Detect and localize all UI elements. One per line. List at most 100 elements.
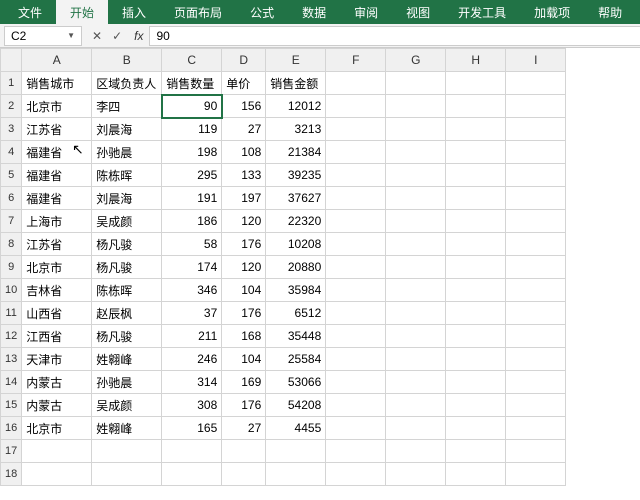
ribbon-tab-4[interactable]: 公式 bbox=[236, 0, 288, 25]
row-header-4[interactable]: 4 bbox=[1, 141, 22, 164]
ribbon-tab-11[interactable]: P bbox=[636, 1, 640, 23]
row-header-1[interactable]: 1 bbox=[1, 72, 22, 95]
cell-B9[interactable]: 杨凡骏 bbox=[92, 256, 162, 279]
ribbon-tab-7[interactable]: 视图 bbox=[392, 0, 444, 25]
ribbon-tab-1[interactable]: 开始 bbox=[56, 0, 108, 25]
cell-A2[interactable]: 北京市 bbox=[22, 95, 92, 118]
cell-C12[interactable]: 211 bbox=[162, 325, 222, 348]
cell-H1[interactable] bbox=[446, 72, 506, 95]
cell-H4[interactable] bbox=[446, 141, 506, 164]
cell-A14[interactable]: 内蒙古 bbox=[22, 371, 92, 394]
cell-G8[interactable] bbox=[386, 233, 446, 256]
cell-E4[interactable]: 21384 bbox=[266, 141, 326, 164]
cell-F14[interactable] bbox=[326, 371, 386, 394]
cell-D10[interactable]: 104 bbox=[222, 279, 266, 302]
col-header-I[interactable]: I bbox=[506, 49, 566, 72]
cell-E7[interactable]: 22320 bbox=[266, 210, 326, 233]
ribbon-tab-0[interactable]: 文件 bbox=[4, 0, 56, 25]
cell-G13[interactable] bbox=[386, 348, 446, 371]
cell-C14[interactable]: 314 bbox=[162, 371, 222, 394]
cell-B3[interactable]: 刘晨海 bbox=[92, 118, 162, 141]
name-box[interactable]: C2 ▼ bbox=[4, 26, 82, 46]
cell-F17[interactable] bbox=[326, 440, 386, 463]
cell-H9[interactable] bbox=[446, 256, 506, 279]
cell-E1[interactable]: 销售金额 bbox=[266, 72, 326, 95]
col-header-B[interactable]: B bbox=[92, 49, 162, 72]
cell-G9[interactable] bbox=[386, 256, 446, 279]
cell-A5[interactable]: 福建省 bbox=[22, 164, 92, 187]
cell-F10[interactable] bbox=[326, 279, 386, 302]
cell-F18[interactable] bbox=[326, 463, 386, 486]
row-header-6[interactable]: 6 bbox=[1, 187, 22, 210]
cell-E18[interactable] bbox=[266, 463, 326, 486]
cell-D8[interactable]: 176 bbox=[222, 233, 266, 256]
row-header-9[interactable]: 9 bbox=[1, 256, 22, 279]
cell-D16[interactable]: 27 bbox=[222, 417, 266, 440]
cell-A17[interactable] bbox=[22, 440, 92, 463]
col-header-F[interactable]: F bbox=[326, 49, 386, 72]
ribbon-tab-5[interactable]: 数据 bbox=[288, 0, 340, 25]
cell-A8[interactable]: 江苏省 bbox=[22, 233, 92, 256]
cell-C2[interactable]: 90 bbox=[162, 95, 222, 118]
cell-E16[interactable]: 4455 bbox=[266, 417, 326, 440]
cell-I17[interactable] bbox=[506, 440, 566, 463]
cell-B11[interactable]: 赵辰枫 bbox=[92, 302, 162, 325]
cell-B6[interactable]: 刘晨海 bbox=[92, 187, 162, 210]
cell-H16[interactable] bbox=[446, 417, 506, 440]
cell-H8[interactable] bbox=[446, 233, 506, 256]
cell-B16[interactable]: 姓翱峰 bbox=[92, 417, 162, 440]
cell-C8[interactable]: 58 bbox=[162, 233, 222, 256]
cell-E5[interactable]: 39235 bbox=[266, 164, 326, 187]
cell-A15[interactable]: 内蒙古 bbox=[22, 394, 92, 417]
cell-A7[interactable]: 上海市 bbox=[22, 210, 92, 233]
cell-G1[interactable] bbox=[386, 72, 446, 95]
cell-F2[interactable] bbox=[326, 95, 386, 118]
cell-D5[interactable]: 133 bbox=[222, 164, 266, 187]
col-header-H[interactable]: H bbox=[446, 49, 506, 72]
cell-E3[interactable]: 3213 bbox=[266, 118, 326, 141]
cell-H10[interactable] bbox=[446, 279, 506, 302]
cell-C5[interactable]: 295 bbox=[162, 164, 222, 187]
cell-E14[interactable]: 53066 bbox=[266, 371, 326, 394]
cell-A16[interactable]: 北京市 bbox=[22, 417, 92, 440]
ribbon-tab-9[interactable]: 加载项 bbox=[520, 0, 584, 25]
fx-icon[interactable]: fx bbox=[128, 29, 149, 43]
cell-H14[interactable] bbox=[446, 371, 506, 394]
row-header-12[interactable]: 12 bbox=[1, 325, 22, 348]
cell-I18[interactable] bbox=[506, 463, 566, 486]
ribbon-tab-3[interactable]: 页面布局 bbox=[160, 0, 236, 25]
cell-D11[interactable]: 176 bbox=[222, 302, 266, 325]
cell-D9[interactable]: 120 bbox=[222, 256, 266, 279]
cell-G2[interactable] bbox=[386, 95, 446, 118]
cell-H12[interactable] bbox=[446, 325, 506, 348]
spreadsheet-grid[interactable]: ABCDEFGHI1销售城市区域负责人销售数量单价销售金额2北京市李四90156… bbox=[0, 48, 640, 486]
cell-B7[interactable]: 吴成颜 bbox=[92, 210, 162, 233]
cell-C16[interactable]: 165 bbox=[162, 417, 222, 440]
row-header-17[interactable]: 17 bbox=[1, 440, 22, 463]
cell-B18[interactable] bbox=[92, 463, 162, 486]
row-header-13[interactable]: 13 bbox=[1, 348, 22, 371]
cell-F5[interactable] bbox=[326, 164, 386, 187]
cell-C18[interactable] bbox=[162, 463, 222, 486]
cell-C9[interactable]: 174 bbox=[162, 256, 222, 279]
cell-I14[interactable] bbox=[506, 371, 566, 394]
cell-H18[interactable] bbox=[446, 463, 506, 486]
cell-H17[interactable] bbox=[446, 440, 506, 463]
cell-B13[interactable]: 姓翱峰 bbox=[92, 348, 162, 371]
cancel-icon[interactable]: ✕ bbox=[92, 29, 102, 43]
formula-input[interactable]: 90 bbox=[149, 26, 640, 46]
row-header-3[interactable]: 3 bbox=[1, 118, 22, 141]
cell-A13[interactable]: 天津市 bbox=[22, 348, 92, 371]
cell-G6[interactable] bbox=[386, 187, 446, 210]
cell-I7[interactable] bbox=[506, 210, 566, 233]
cell-A10[interactable]: 吉林省 bbox=[22, 279, 92, 302]
cell-B15[interactable]: 吴成颜 bbox=[92, 394, 162, 417]
cell-D13[interactable]: 104 bbox=[222, 348, 266, 371]
cell-I13[interactable] bbox=[506, 348, 566, 371]
cell-E10[interactable]: 35984 bbox=[266, 279, 326, 302]
row-header-11[interactable]: 11 bbox=[1, 302, 22, 325]
cell-B1[interactable]: 区域负责人 bbox=[92, 72, 162, 95]
cell-F7[interactable] bbox=[326, 210, 386, 233]
cell-C11[interactable]: 37 bbox=[162, 302, 222, 325]
cell-E8[interactable]: 10208 bbox=[266, 233, 326, 256]
